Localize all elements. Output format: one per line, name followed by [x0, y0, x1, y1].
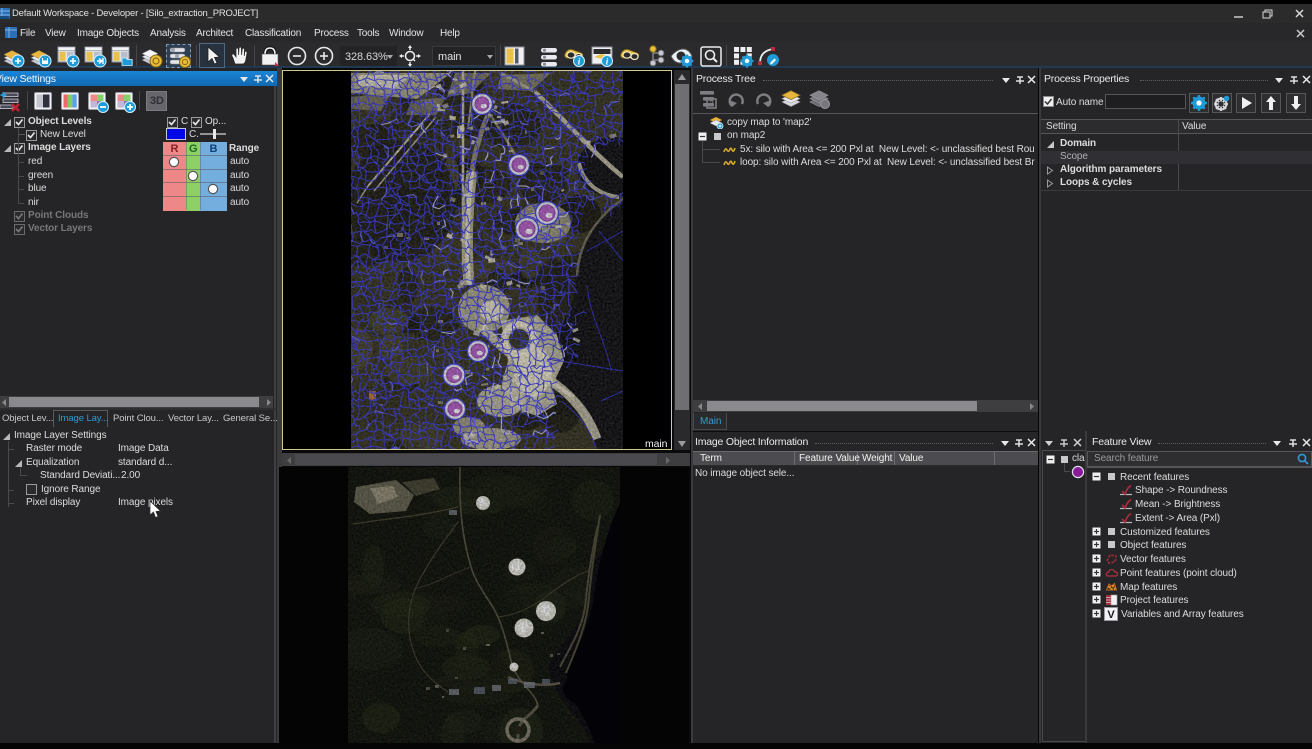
svg-text:2: 2: [709, 100, 714, 109]
svg-text:V: V: [1107, 609, 1115, 621]
